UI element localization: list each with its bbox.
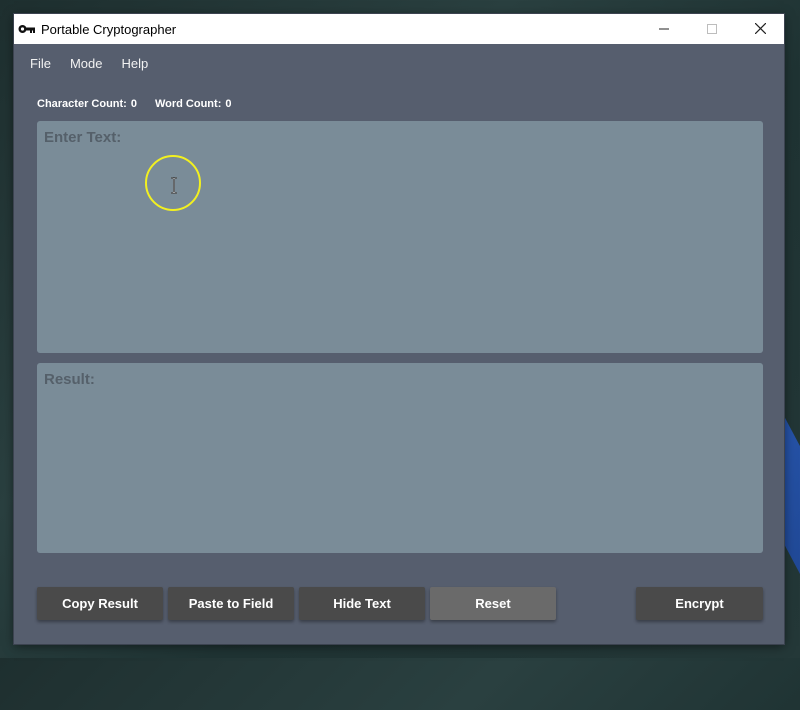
enter-text-placeholder: Enter Text: [44, 129, 122, 146]
maximize-button[interactable] [688, 14, 736, 44]
encrypt-button[interactable]: Encrypt [636, 587, 763, 620]
menu-mode[interactable]: Mode [70, 56, 103, 71]
action-buttons: Copy Result Paste to Field Hide Text Res… [37, 587, 763, 620]
close-icon [754, 22, 766, 37]
word-count: Word Count: 0 [155, 98, 232, 110]
word-count-label: Word Count: [154, 98, 222, 110]
enter-text-field[interactable]: Enter Text: [37, 121, 763, 353]
character-count-value: 0 [130, 98, 137, 110]
minimize-button[interactable] [640, 14, 688, 44]
hide-text-button[interactable]: Hide Text [299, 587, 425, 620]
menu-file[interactable]: File [30, 56, 51, 71]
window-controls [640, 14, 784, 44]
maximize-icon [707, 22, 717, 37]
menu-bar: File Mode Help [30, 56, 167, 71]
character-count-label: Character Count: [37, 98, 127, 110]
key-icon [18, 22, 36, 36]
word-count-value: 0 [225, 98, 232, 110]
reset-button[interactable]: Reset [430, 587, 556, 620]
text-cursor-icon [169, 177, 179, 194]
character-count: Character Count: 0 [37, 98, 137, 110]
menu-help[interactable]: Help [121, 56, 148, 71]
title-bar[interactable]: Portable Cryptographer [14, 14, 784, 44]
minimize-icon [659, 22, 669, 37]
paste-to-field-button[interactable]: Paste to Field [168, 587, 294, 620]
copy-result-button[interactable]: Copy Result [37, 587, 163, 620]
result-placeholder: Result: [44, 371, 95, 388]
result-field[interactable]: Result: [37, 363, 763, 553]
count-bar: Character Count: 0 Word Count: 0 [37, 98, 249, 110]
close-button[interactable] [736, 14, 784, 44]
window-title: Portable Cryptographer [41, 21, 177, 37]
app-window: Portable Cryptographer File Mode Help Ch… [14, 14, 784, 644]
